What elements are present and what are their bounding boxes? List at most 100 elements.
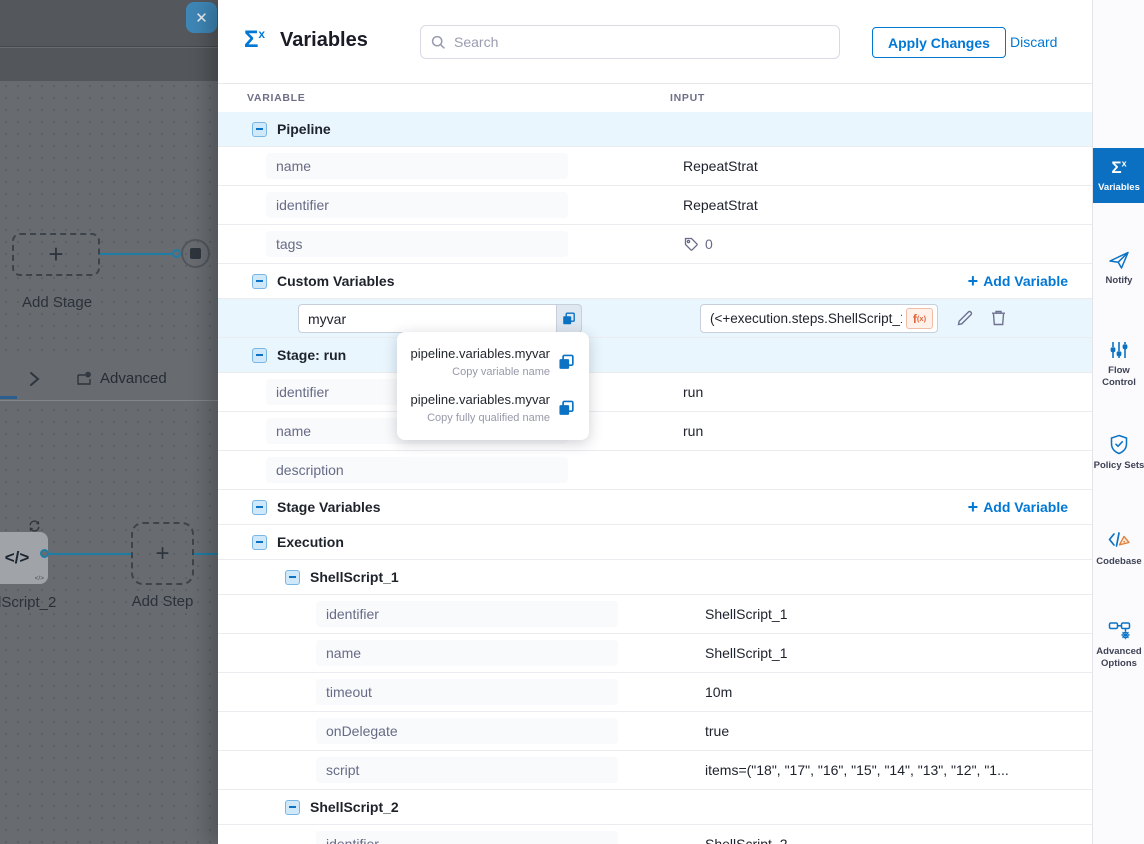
step-connector-line xyxy=(194,553,218,555)
sidebar-item-policy-sets[interactable]: Policy Sets xyxy=(1093,434,1144,472)
section-label: ShellScript_2 xyxy=(310,799,399,815)
looping-strategy-icon xyxy=(27,519,42,533)
editor-second-toolbar xyxy=(0,48,218,81)
table-row: name ShellScript_1 xyxy=(218,634,1092,673)
connector-port-icon xyxy=(40,549,49,558)
variable-name-input[interactable] xyxy=(298,304,556,333)
step-node-shellscript-2[interactable]: </> </> xyxy=(0,532,48,584)
table-row: identifier ShellScript_2 xyxy=(218,825,1092,844)
pipeline-studio: + Add Stage </> </> + lScript_2 Add Step xyxy=(0,0,1144,844)
variable-name: identifier xyxy=(316,601,618,627)
tab-advanced[interactable]: Advanced xyxy=(76,370,167,387)
selected-tab-underline xyxy=(0,396,17,399)
section-label: Stage: run xyxy=(277,347,346,363)
variable-value-input[interactable]: (<+execution.steps.ShellScript_1. f(x) xyxy=(700,304,938,333)
tabbar-divider xyxy=(0,400,218,401)
section-row-stage-variables[interactable]: Stage Variables + Add Variable xyxy=(218,490,1092,525)
sidebar-item-notify[interactable]: Notify xyxy=(1093,250,1144,287)
variable-value: 10m xyxy=(705,684,732,700)
sidebar-item-variables[interactable]: Σx Variables xyxy=(1093,148,1144,203)
variable-name: identifier xyxy=(266,192,568,218)
sidebar-item-flow-control[interactable]: Flow Control xyxy=(1093,340,1144,389)
search-box[interactable] xyxy=(420,25,840,59)
variables-drawer: Σx Variables Apply Changes Discard VARIA… xyxy=(218,0,1092,844)
table-row: timeout 10m xyxy=(218,673,1092,712)
workflow-gear-icon xyxy=(1108,620,1131,641)
plus-icon: + xyxy=(48,239,63,270)
variable-value: items=("18", "17", "16", "15", "14", "13… xyxy=(705,762,1009,778)
search-input[interactable] xyxy=(454,34,829,50)
apply-changes-button[interactable]: Apply Changes xyxy=(872,27,1006,58)
discard-button[interactable]: Discard xyxy=(1010,34,1057,50)
table-row: name RepeatStrat xyxy=(218,147,1092,186)
step-connector-line xyxy=(50,553,131,555)
copy-icon xyxy=(562,312,576,326)
table-column-headers: VARIABLE INPUT xyxy=(218,84,1092,112)
copy-variable-button[interactable] xyxy=(556,304,582,333)
collapse-icon[interactable] xyxy=(252,348,267,363)
variable-name: name xyxy=(266,153,568,179)
add-variable-button[interactable]: + Add Variable xyxy=(968,490,1068,524)
section-row-shellscript-2[interactable]: ShellScript_2 xyxy=(218,790,1092,825)
variable-name: onDelegate xyxy=(316,718,618,744)
section-row-shellscript-1[interactable]: ShellScript_1 xyxy=(218,560,1092,595)
sidebar-item-advanced-options[interactable]: Advanced Options xyxy=(1093,620,1144,670)
pipeline-editor-pane: + Add Stage </> </> + lScript_2 Add Step xyxy=(0,0,218,844)
copy-variable-name-option[interactable]: pipeline.variables.myvar Copy variable n… xyxy=(409,346,575,378)
collapse-icon[interactable] xyxy=(252,535,267,550)
plus-icon: + xyxy=(968,272,979,290)
variable-name: identifier xyxy=(316,831,618,844)
collapse-icon[interactable] xyxy=(252,122,267,137)
variable-value: ShellScript_1 xyxy=(705,606,788,622)
plus-icon: + xyxy=(968,498,979,516)
variable-name: script xyxy=(316,757,618,783)
pencil-icon xyxy=(956,309,974,327)
sidebar-item-codebase[interactable]: Codebase xyxy=(1093,530,1144,568)
custom-variable-row-myvar: (<+execution.steps.ShellScript_1. f(x) xyxy=(218,299,1092,338)
pipeline-end-node[interactable] xyxy=(181,239,210,268)
collapse-icon[interactable] xyxy=(252,274,267,289)
shell-script-icon: </> xyxy=(5,548,30,568)
page-title: Variables xyxy=(280,29,368,52)
chevron-right-icon[interactable] xyxy=(28,370,40,388)
table-row: onDelegate true xyxy=(218,712,1092,751)
table-row: identifier ShellScript_1 xyxy=(218,595,1092,634)
copy-variable-dropdown: pipeline.variables.myvar Copy variable n… xyxy=(397,332,589,440)
add-stage-button[interactable]: + xyxy=(12,233,100,276)
variable-name: timeout xyxy=(316,679,618,705)
variable-value: RepeatStrat xyxy=(683,197,758,213)
section-row-execution[interactable]: Execution xyxy=(218,525,1092,560)
close-drawer-button[interactable]: ✕ xyxy=(186,2,217,33)
plus-icon: + xyxy=(155,540,169,568)
edit-variable-button[interactable] xyxy=(956,309,974,327)
variable-value: run xyxy=(683,384,703,400)
table-row: identifier RepeatStrat xyxy=(218,186,1092,225)
collapse-icon[interactable] xyxy=(252,500,267,515)
variables-sigma-icon: Σx xyxy=(1111,158,1126,178)
copy-fqn-option[interactable]: pipeline.variables.myvar Copy fully qual… xyxy=(409,392,575,424)
section-row-pipeline[interactable]: Pipeline xyxy=(218,112,1092,147)
add-variable-button[interactable]: + Add Variable xyxy=(968,264,1068,298)
variable-value: true xyxy=(705,723,729,739)
table-row: tags 0 xyxy=(218,225,1092,264)
add-stage-label: Add Stage xyxy=(22,294,92,311)
section-row-stage-run[interactable]: Stage: run xyxy=(218,338,1092,373)
collapse-icon[interactable] xyxy=(285,570,300,585)
trash-icon xyxy=(990,309,1007,327)
table-row: script items=("18", "17", "16", "15", "1… xyxy=(218,751,1092,790)
section-label: Execution xyxy=(277,534,344,550)
drawer-sidebar: Σx Variables Notify Flow Control Policy … xyxy=(1092,0,1144,844)
tags-count: 0 xyxy=(705,236,713,252)
section-label: ShellScript_1 xyxy=(310,569,399,585)
expression-fx-button[interactable]: f(x) xyxy=(906,308,933,329)
search-icon xyxy=(431,35,446,50)
delete-variable-button[interactable] xyxy=(990,309,1007,327)
section-row-custom-variables[interactable]: Custom Variables + Add Variable xyxy=(218,264,1092,299)
step-node-label: lScript_2 xyxy=(0,594,56,611)
add-step-button[interactable]: + xyxy=(131,522,194,585)
section-label: Pipeline xyxy=(277,121,331,137)
column-header-variable: VARIABLE xyxy=(247,92,306,104)
section-label: Custom Variables xyxy=(277,273,395,289)
variable-name: name xyxy=(316,640,618,666)
collapse-icon[interactable] xyxy=(285,800,300,815)
